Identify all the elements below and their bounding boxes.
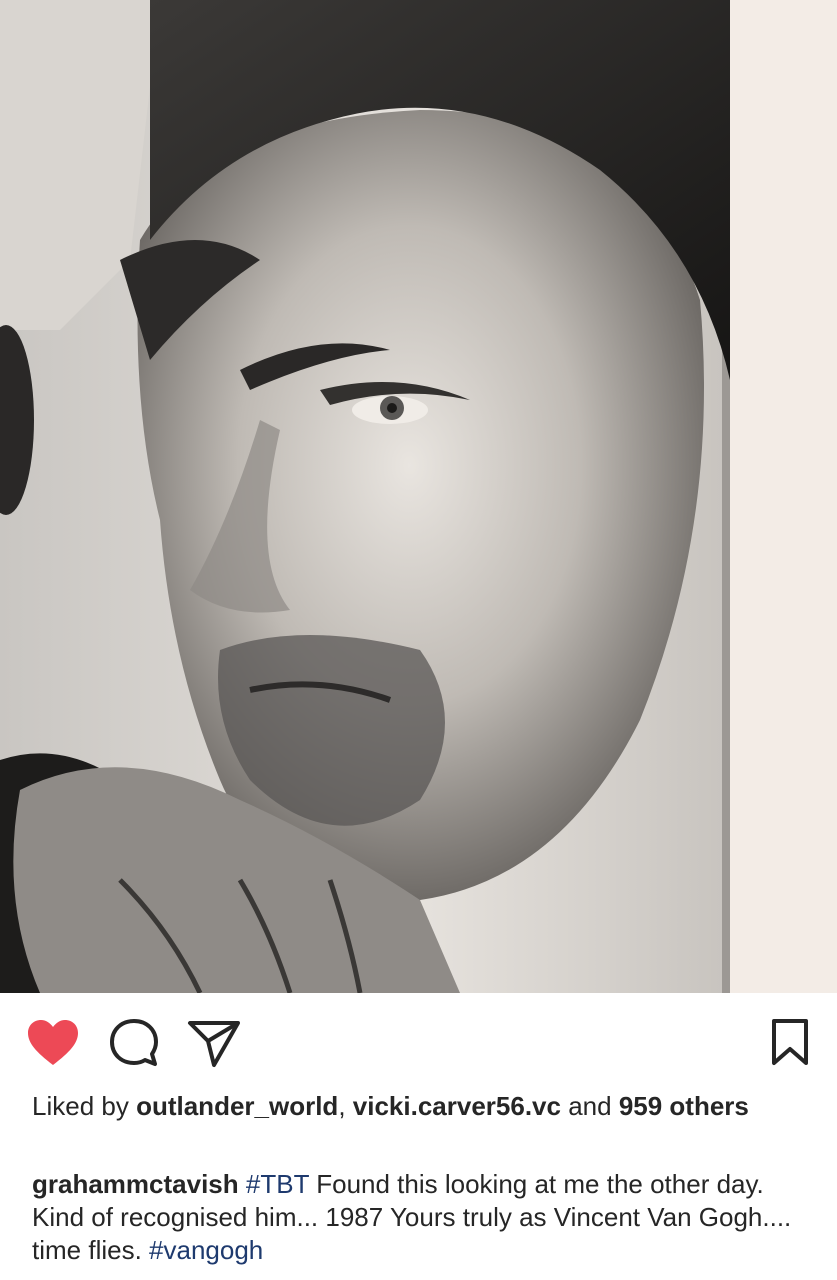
post-photo[interactable] — [0, 0, 837, 993]
liker-username-1[interactable]: outlander_world — [136, 1091, 338, 1121]
heart-icon[interactable] — [26, 1019, 80, 1067]
hashtag-vangogh[interactable]: #vangogh — [149, 1235, 263, 1265]
hashtag-tbt[interactable]: #TBT — [246, 1169, 309, 1199]
speech-bubble-icon[interactable] — [108, 1017, 160, 1069]
portrait-image — [0, 0, 837, 993]
likes-separator: , — [338, 1091, 353, 1121]
bookmark-icon[interactable] — [768, 1017, 812, 1069]
likes-and: and — [560, 1091, 619, 1121]
post-action-bar — [0, 993, 837, 1088]
liker-username-2[interactable]: vicki.carver56.vc — [353, 1091, 561, 1121]
likes-prefix: Liked by — [32, 1091, 137, 1121]
caption-username[interactable]: grahammctavish — [32, 1169, 239, 1199]
post-caption: grahammctavish #TBT Found this looking a… — [32, 1168, 812, 1267]
likes-summary: Liked by outlander_world, vicki.carver56… — [32, 1090, 792, 1123]
paper-plane-icon[interactable] — [186, 1017, 242, 1069]
likes-others-link[interactable]: 959 others — [619, 1091, 749, 1121]
